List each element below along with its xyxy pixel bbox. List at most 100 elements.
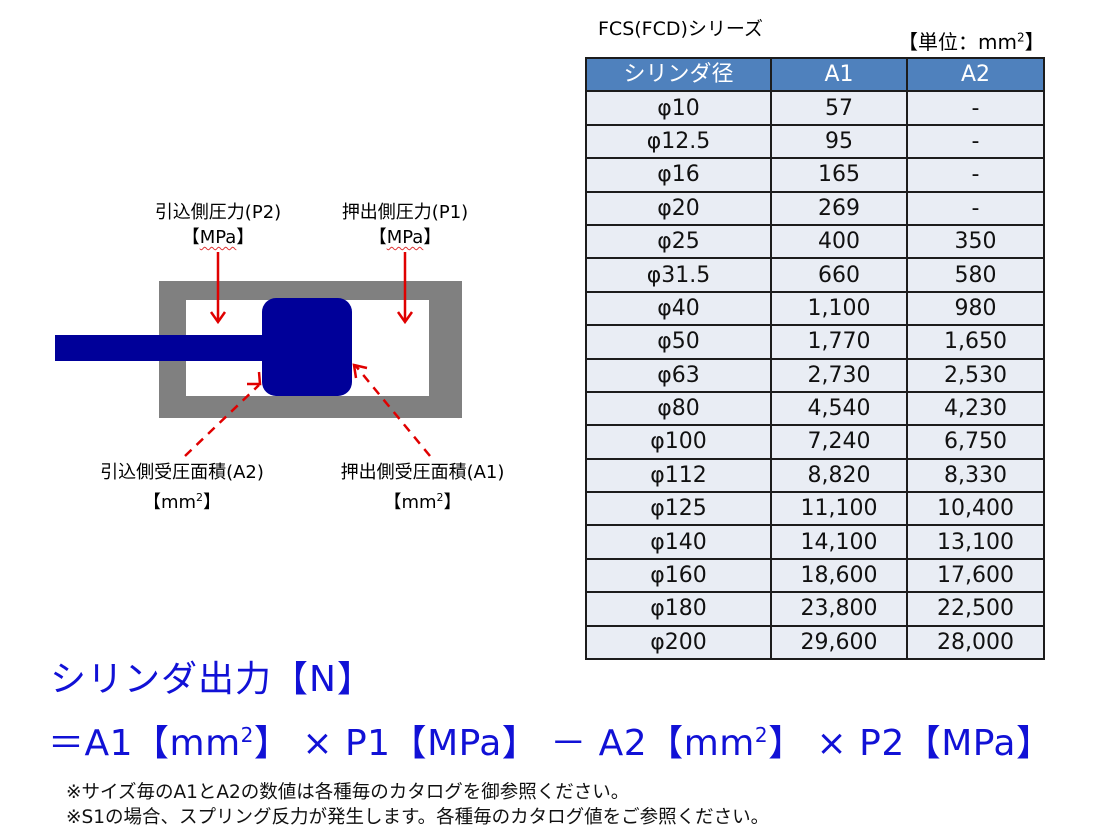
table-row: φ140 14,100 13,100 bbox=[585, 524, 1045, 560]
a2-cell: 2,530 bbox=[906, 357, 1045, 393]
unit-label-sup: 2 bbox=[1016, 30, 1025, 45]
pull-pressure-unit: 【MPa】 bbox=[181, 227, 255, 248]
push-pressure-unit-text: MPa bbox=[386, 227, 424, 248]
table-row: φ31.5 660 580 bbox=[585, 257, 1045, 293]
pull-area-label: 引込側受圧面積(A2) 【mm2】 bbox=[72, 460, 292, 515]
a2-cell: 22,500 bbox=[906, 591, 1045, 627]
formula-part-p1-a2: 】 × P1【MPa】 － A2【mm bbox=[253, 723, 755, 764]
a2-cell: 28,000 bbox=[906, 624, 1045, 661]
a2-cell: - bbox=[906, 157, 1045, 193]
bore-cell: φ80 bbox=[585, 390, 772, 427]
piston bbox=[262, 298, 352, 396]
a1-cell: 2,730 bbox=[770, 357, 908, 393]
pull-pressure-label: 引込側圧力(P2) 【MPa】 bbox=[128, 200, 308, 250]
column-header-a1: A1 bbox=[770, 56, 908, 93]
bore-cell: φ25 bbox=[585, 223, 772, 260]
pressure-area-table: シリンダ径 A1 A2 φ10 57- φ12.5 95- φ16 165- φ20 269-… bbox=[585, 56, 1045, 661]
a1-cell: 165 bbox=[770, 157, 908, 193]
a1-cell: 400 bbox=[770, 223, 908, 260]
table-row: φ12.5 95- bbox=[585, 123, 1045, 160]
a1-cell: 18,600 bbox=[770, 557, 908, 594]
bore-cell: φ112 bbox=[585, 457, 772, 494]
a1-cell: 7,240 bbox=[770, 424, 908, 460]
a1-cell: 14,100 bbox=[770, 524, 908, 560]
formula-sup-2: 2 bbox=[754, 723, 769, 747]
table-row: φ100 7,240 6,750 bbox=[585, 424, 1045, 460]
a1-cell: 95 bbox=[770, 123, 908, 160]
a2-cell: 6,750 bbox=[906, 424, 1045, 460]
pull-pressure-unit-text: MPa bbox=[199, 227, 237, 248]
bore-cell: φ125 bbox=[585, 491, 772, 527]
push-pressure-title: 押出側圧力(P1) bbox=[341, 202, 469, 223]
a1-cell: 23,800 bbox=[770, 591, 908, 627]
table-row: φ10 57- bbox=[585, 90, 1045, 126]
table-row: φ180 23,800 22,500 bbox=[585, 591, 1045, 627]
formula-part-a1: ＝A1【mm bbox=[48, 723, 241, 764]
bore-cell: φ16 bbox=[585, 157, 772, 193]
a1-cell: 4,540 bbox=[770, 390, 908, 427]
series-title: FCS(FCD)シリーズ bbox=[598, 18, 763, 40]
pull-area-unit-sup: 2 bbox=[196, 491, 204, 504]
a2-cell: 8,330 bbox=[906, 457, 1045, 494]
a1-cell: 1,770 bbox=[770, 324, 908, 360]
column-header-bore: シリンダ径 bbox=[585, 56, 772, 93]
table-row: φ200 29,600 28,000 bbox=[585, 624, 1045, 661]
bore-cell: φ63 bbox=[585, 357, 772, 393]
pull-area-unit: 【mm2】 bbox=[142, 491, 222, 513]
piston-rod bbox=[55, 335, 275, 361]
a1-cell: 29,600 bbox=[770, 624, 908, 661]
a1-cell: 57 bbox=[770, 90, 908, 126]
bore-cell: φ200 bbox=[585, 624, 772, 661]
push-area-title: 押出側受圧面積(A1) bbox=[340, 462, 505, 483]
unit-label-prefix: 【単位：mm bbox=[898, 30, 1017, 54]
unit-label: 【単位：mm2】 bbox=[898, 26, 1045, 55]
bore-cell: φ20 bbox=[585, 190, 772, 226]
table-row: φ112 8,820 8,330 bbox=[585, 457, 1045, 494]
bore-cell: φ31.5 bbox=[585, 257, 772, 293]
a1-cell: 1,100 bbox=[770, 290, 908, 327]
formula-part-p2: 】 × P2【MPa】 bbox=[768, 723, 1053, 764]
pull-area-title: 引込側受圧面積(A2) bbox=[100, 462, 264, 483]
pull-area-unit-base: mm bbox=[160, 492, 197, 513]
note-spring-reaction: ※S1の場合、スプリング反力が発生します。各種毎のカタログ値をご参照ください。 bbox=[66, 807, 770, 828]
a2-cell: 13,100 bbox=[906, 524, 1045, 560]
bore-cell: φ100 bbox=[585, 424, 772, 460]
a1-cell: 11,100 bbox=[770, 491, 908, 527]
table-row: φ40 1,100 980 bbox=[585, 290, 1045, 327]
unit-label-suffix: 】 bbox=[1024, 30, 1045, 54]
push-pressure-label: 押出側圧力(P1) 【MPa】 bbox=[315, 200, 495, 250]
formula-title: シリンダ出力【N】 bbox=[50, 659, 374, 700]
bore-cell: φ160 bbox=[585, 557, 772, 594]
a2-cell: 1,650 bbox=[906, 324, 1045, 360]
push-area-unit-sup: 2 bbox=[436, 491, 444, 504]
push-pressure-unit: 【MPa】 bbox=[368, 227, 442, 248]
table-row: φ125 11,100 10,400 bbox=[585, 491, 1045, 527]
table-row: φ20 269- bbox=[585, 190, 1045, 226]
bore-cell: φ180 bbox=[585, 591, 772, 627]
table-row: φ50 1,770 1,650 bbox=[585, 324, 1045, 360]
bore-cell: φ12.5 bbox=[585, 123, 772, 160]
a2-cell: - bbox=[906, 190, 1045, 226]
table-row: φ16 165- bbox=[585, 157, 1045, 193]
table-row: φ63 2,730 2,530 bbox=[585, 357, 1045, 393]
pull-pressure-title: 引込側圧力(P2) bbox=[154, 202, 282, 223]
a2-cell: 980 bbox=[906, 290, 1045, 327]
push-area-unit: 【mm2】 bbox=[383, 491, 462, 513]
table-header-row: シリンダ径 A1 A2 bbox=[585, 56, 1045, 93]
a2-cell: 10,400 bbox=[906, 491, 1045, 527]
a2-cell: 350 bbox=[906, 223, 1045, 260]
table-row: φ160 18,600 17,600 bbox=[585, 557, 1045, 594]
a1-cell: 269 bbox=[770, 190, 908, 226]
table-body: φ10 57- φ12.5 95- φ16 165- φ20 269- φ25 400 350 φ31… bbox=[585, 90, 1045, 661]
formula-expression: ＝A1【mm2】 × P1【MPa】 － A2【mm2】 × P2【MPa】 bbox=[48, 714, 1052, 766]
a2-cell: 4,230 bbox=[906, 390, 1045, 427]
a1-cell: 660 bbox=[770, 257, 908, 293]
bore-cell: φ40 bbox=[585, 290, 772, 327]
a2-cell: - bbox=[906, 90, 1045, 126]
formula-sup-1: 2 bbox=[240, 723, 254, 747]
bore-cell: φ140 bbox=[585, 524, 772, 560]
a2-cell: - bbox=[906, 123, 1045, 160]
a2-cell: 17,600 bbox=[906, 557, 1045, 594]
table-row: φ80 4,540 4,230 bbox=[585, 390, 1045, 427]
a1-cell: 8,820 bbox=[770, 457, 908, 494]
